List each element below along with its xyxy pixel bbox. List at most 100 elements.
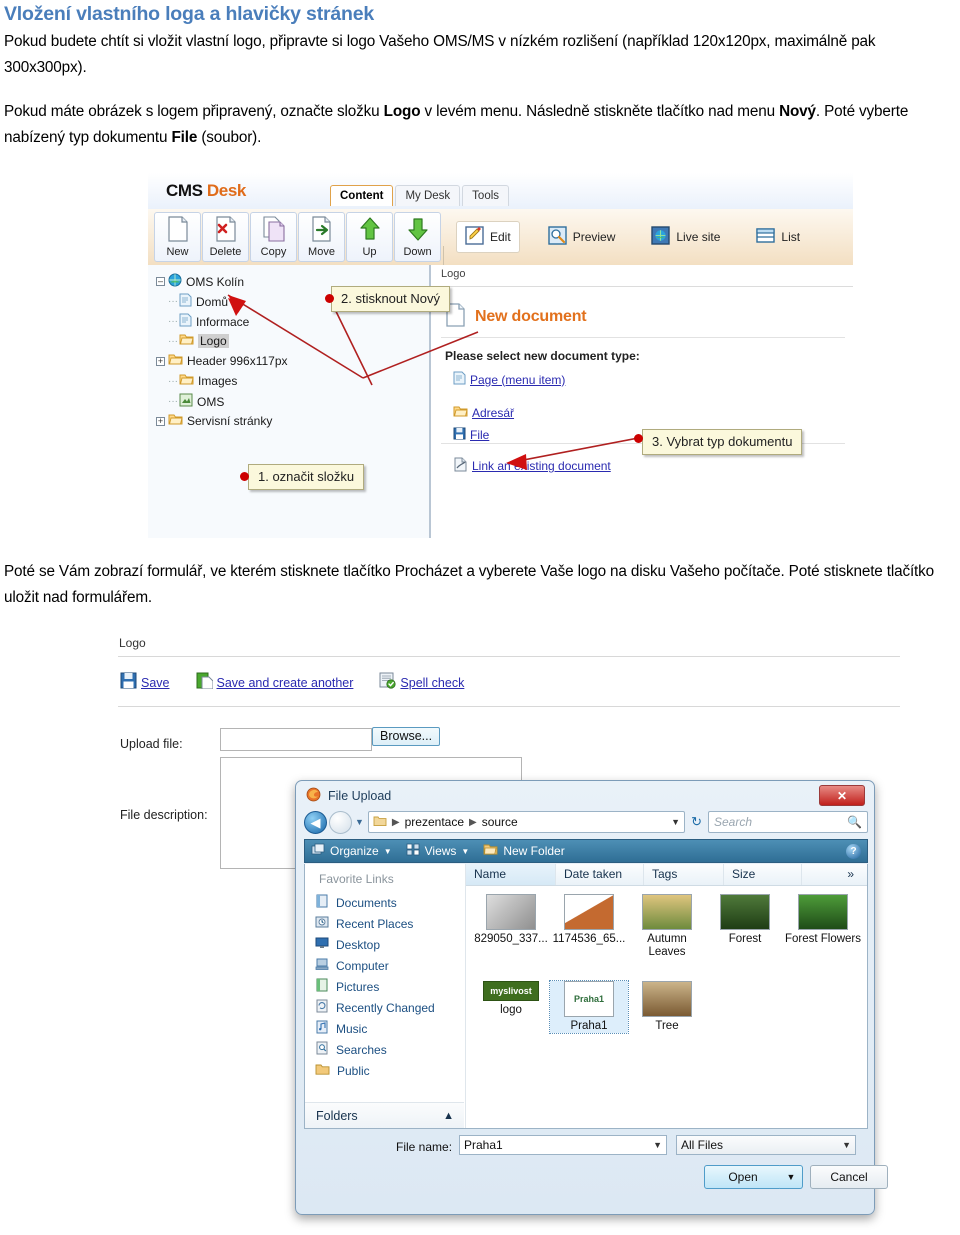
copy-button-label: Copy [260, 246, 287, 258]
doc-type-label: Page (menu item) [470, 372, 566, 387]
favorite-searches[interactable]: Searches [315, 1039, 435, 1060]
tab-tools[interactable]: Tools [462, 185, 510, 206]
thumbnail: Praha1 [564, 981, 614, 1017]
down-button[interactable]: Down [394, 212, 441, 262]
move-button[interactable]: Move [298, 212, 345, 262]
address-bar[interactable]: ▶ prezentace ▶ source ▼ [367, 811, 686, 833]
new-button[interactable]: New [154, 212, 201, 262]
favorite-music[interactable]: Music [315, 1018, 435, 1039]
tree-item-informace[interactable]: ··· Informace [168, 313, 249, 330]
breadcrumb-source[interactable]: source [482, 815, 518, 829]
file-item-selected[interactable]: Praha1 Praha1 [549, 980, 629, 1034]
favorite-computer[interactable]: Computer [315, 955, 435, 976]
file-name: Autumn Leaves [647, 933, 687, 958]
tree-item-domu[interactable]: ··· Domů [168, 293, 228, 310]
chevron-down-icon[interactable]: ▼ [671, 817, 680, 827]
music-icon [315, 1020, 329, 1037]
link-existing-label: Link an existing document [472, 459, 611, 473]
save-button[interactable]: Save [120, 672, 170, 694]
doc-type-adresar[interactable]: Adresář [453, 405, 514, 421]
file-item[interactable]: Autumn Leaves [628, 894, 706, 959]
doc-type-page[interactable]: Page (menu item) [453, 371, 565, 388]
up-button[interactable]: Up [346, 212, 393, 262]
file-item[interactable]: Forest Flowers [784, 894, 862, 959]
expand-plus-icon[interactable]: + [156, 416, 165, 426]
browse-button[interactable]: Browse... [372, 727, 441, 746]
open-button[interactable]: Open [704, 1165, 782, 1189]
column-date-taken[interactable]: Date taken [556, 864, 644, 885]
column-more[interactable]: » [802, 864, 862, 885]
refresh-icon[interactable]: ↻ [691, 814, 702, 830]
column-name[interactable]: Name [466, 864, 556, 885]
new-document-header: New document [445, 303, 587, 330]
file-list-columns: Name Date taken Tags Size » [466, 864, 867, 886]
open-dropdown-icon[interactable]: ▼ [780, 1165, 803, 1189]
copy-button[interactable]: Copy [250, 212, 297, 262]
paragraph-form: Poté se Vám zobrazí formulář, ve kterém … [4, 559, 956, 611]
folders-toggle[interactable]: Folders ▲ [305, 1102, 464, 1128]
history-dropdown-icon[interactable]: ▼ [355, 817, 364, 827]
breadcrumb-separator: ▶ [391, 816, 400, 828]
search-input[interactable]: Search 🔍 [708, 811, 868, 833]
tab-content[interactable]: Content [330, 185, 394, 206]
new-folder-button[interactable]: New Folder [483, 843, 565, 859]
pictures-icon [315, 978, 329, 995]
file-item[interactable]: Tree [628, 981, 706, 1033]
expand-plus-icon[interactable]: + [156, 356, 165, 366]
favorite-pictures[interactable]: Pictures [315, 976, 435, 997]
save-create-another-button[interactable]: Save and create another [196, 672, 353, 694]
views-button[interactable]: Views ▼ [406, 843, 469, 859]
folder-icon [179, 373, 194, 389]
list-button[interactable]: List [748, 222, 808, 252]
paragraph-intro: Pokud budete chtít si vložit vlastní log… [4, 29, 956, 81]
chevron-down-icon[interactable]: ▼ [653, 1140, 662, 1150]
content-detail-pane: Logo New document Please select new docu… [431, 265, 853, 538]
collapse-minus-icon[interactable]: – [156, 277, 165, 286]
file-item[interactable]: Forest [706, 894, 784, 959]
column-tags[interactable]: Tags [644, 864, 724, 885]
tree-item-oms-kolin[interactable]: – OMS Kolín [156, 273, 244, 290]
new-folder-icon [483, 843, 498, 859]
dialog-footer: File name: Praha1 ▼ All Files ▼ Open ▼ C… [304, 1133, 888, 1205]
organize-button[interactable]: Organize ▼ [311, 843, 392, 859]
page-icon [179, 293, 192, 310]
live-site-button[interactable]: Live site [643, 222, 728, 252]
tree-item-header[interactable]: + Header 996x117px [156, 353, 288, 369]
cancel-button[interactable]: Cancel [810, 1165, 888, 1189]
file-name: Forest Flowers [784, 933, 862, 945]
delete-button[interactable]: Delete [202, 212, 249, 262]
close-icon[interactable]: ✕ [819, 785, 865, 806]
tree-item-servisni-stranky[interactable]: + Servisní stránky [156, 413, 272, 429]
spell-check-button[interactable]: Spell check [379, 672, 464, 694]
preview-button[interactable]: Preview [540, 222, 624, 252]
folder-icon [453, 405, 468, 421]
favorite-desktop[interactable]: Desktop [315, 934, 435, 955]
thumbnail [642, 894, 692, 930]
tab-my-desk[interactable]: My Desk [395, 185, 461, 206]
help-icon[interactable]: ? [846, 843, 861, 859]
chevron-down-icon: ▼ [842, 1140, 851, 1150]
file-item[interactable]: 829050_337... [472, 894, 550, 959]
favorite-documents[interactable]: Documents [315, 892, 435, 913]
tree-item-logo[interactable]: ··· Logo [168, 333, 229, 349]
tree-item-oms[interactable]: ··· OMS [168, 393, 224, 410]
link-existing-document[interactable]: Link an existing document [453, 457, 611, 475]
link-document-icon [453, 457, 468, 475]
file-name-input[interactable]: Praha1 ▼ [459, 1135, 667, 1155]
favorite-public[interactable]: Public [315, 1060, 435, 1081]
thumbnail: myslivost [483, 981, 539, 1001]
breadcrumb-prezentace[interactable]: prezentace [405, 815, 464, 829]
forward-arrow-icon[interactable] [329, 810, 352, 834]
tree-item-images[interactable]: ··· Images [168, 373, 237, 389]
upload-file-input[interactable] [220, 728, 372, 751]
back-arrow-icon[interactable]: ◀ [304, 810, 327, 834]
edit-button[interactable]: Edit [456, 221, 520, 253]
doc-type-file[interactable]: File [453, 427, 489, 443]
column-size[interactable]: Size [724, 864, 802, 885]
file-item[interactable]: 1174536_65... [550, 894, 628, 959]
file-item[interactable]: myslivost logo [472, 981, 550, 1033]
tree-item-label: Informace [196, 314, 250, 329]
file-type-select[interactable]: All Files ▼ [676, 1135, 856, 1155]
favorite-recently-changed[interactable]: Recently Changed [315, 997, 435, 1018]
favorite-recent-places[interactable]: Recent Places [315, 913, 435, 934]
